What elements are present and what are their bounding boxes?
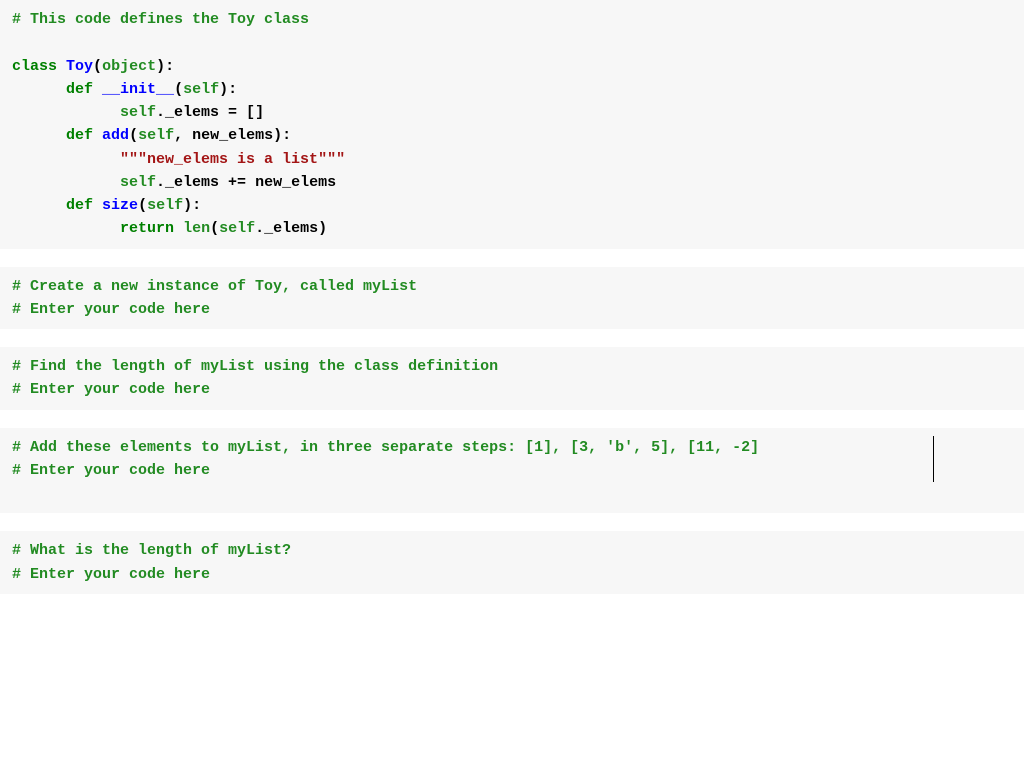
comment-line: # Enter your code here <box>12 381 210 398</box>
space <box>174 220 183 237</box>
comment-line: # This code defines the Toy class <box>12 11 309 28</box>
cell-separator <box>0 513 1024 531</box>
comment-line: # Find the length of myList using the cl… <box>12 358 498 375</box>
keyword-def: def <box>66 127 93 144</box>
text-cursor <box>933 436 934 482</box>
method-name-add: add <box>102 127 129 144</box>
indent <box>12 127 66 144</box>
param-self: self <box>147 197 183 214</box>
cell-separator <box>0 329 1024 347</box>
comment-line: # Enter your code here <box>12 566 210 583</box>
indent <box>12 220 120 237</box>
indent <box>12 81 66 98</box>
indent <box>12 174 120 191</box>
param-self: self <box>138 127 174 144</box>
code-cell-2[interactable]: # Create a new instance of Toy, called m… <box>0 267 1024 330</box>
builtin-len: len <box>183 220 210 237</box>
code-text: ._elems += new_elems <box>156 174 336 191</box>
punct: ( <box>210 220 219 237</box>
self-ref: self <box>120 174 156 191</box>
self-ref: self <box>219 220 255 237</box>
punct: ( <box>129 127 138 144</box>
code-cell-5[interactable]: # What is the length of myList? # Enter … <box>0 531 1024 594</box>
method-name-size: size <box>102 197 138 214</box>
punct: ( <box>174 81 183 98</box>
keyword-def: def <box>66 81 93 98</box>
keyword-class: class <box>12 58 57 75</box>
code-cell-4[interactable]: # Add these elements to myList, in three… <box>0 428 1024 514</box>
indent <box>12 197 66 214</box>
cell-separator <box>0 410 1024 428</box>
indent <box>12 104 120 121</box>
class-name: Toy <box>66 58 93 75</box>
punct: , <box>174 127 192 144</box>
punct: ): <box>183 197 201 214</box>
comment-line: # Add these elements to myList, in three… <box>12 439 759 456</box>
param-self: self <box>183 81 219 98</box>
code-cell-3[interactable]: # Find the length of myList using the cl… <box>0 347 1024 410</box>
comment-line: # What is the length of myList? <box>12 542 291 559</box>
code-cell-1[interactable]: # This code defines the Toy class class … <box>0 0 1024 249</box>
punct: ): <box>156 58 174 75</box>
punct: ( <box>138 197 147 214</box>
code-text: ._elems) <box>255 220 327 237</box>
punct: ): <box>273 127 291 144</box>
punct: ): <box>219 81 237 98</box>
code-text: ._elems = [] <box>156 104 264 121</box>
keyword-def: def <box>66 197 93 214</box>
comment-line: # Enter your code here <box>12 301 210 318</box>
docstring: """new_elems is a list""" <box>120 151 345 168</box>
comment-line: # Create a new instance of Toy, called m… <box>12 278 417 295</box>
self-ref: self <box>120 104 156 121</box>
builtin-object: object <box>102 58 156 75</box>
method-name-init: __init__ <box>102 81 174 98</box>
indent <box>12 151 120 168</box>
comment-line: # Enter your code here <box>12 462 210 479</box>
cell-separator <box>0 249 1024 267</box>
keyword-return: return <box>120 220 174 237</box>
punct: ( <box>93 58 102 75</box>
param-new-elems: new_elems <box>192 127 273 144</box>
